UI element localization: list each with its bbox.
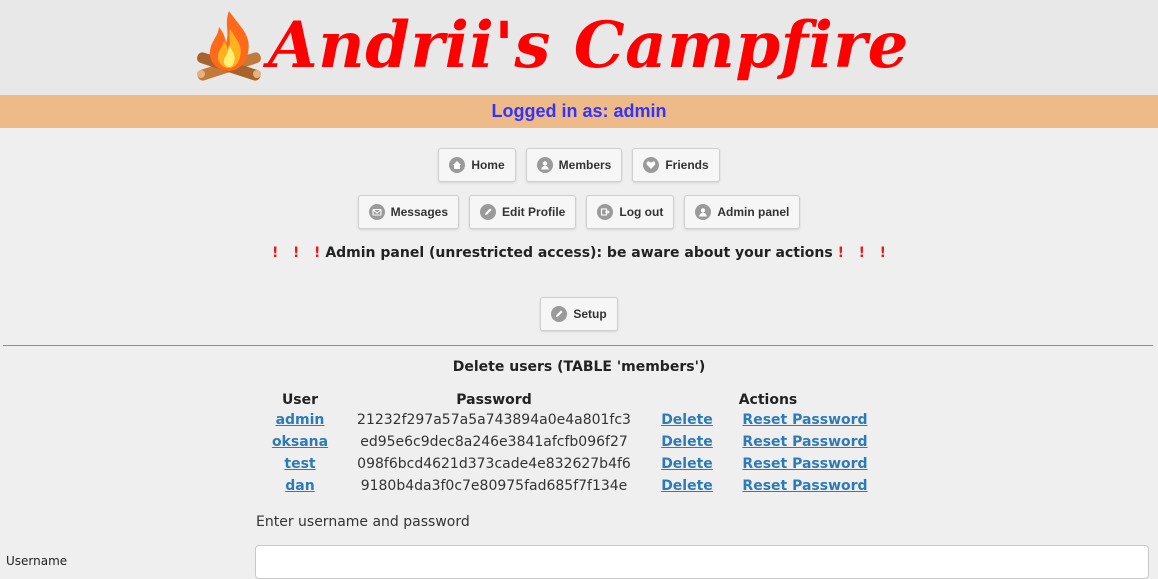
- table-header-row: User Password Actions: [262, 389, 886, 409]
- reset-password-link[interactable]: Reset Password: [742, 412, 867, 428]
- warning-text: Admin panel (unrestricted access): be aw…: [325, 245, 833, 261]
- nav-row-secondary: Messages Edit Profile Log out Admin pane…: [0, 195, 1158, 229]
- home-icon: [449, 157, 466, 173]
- user-link[interactable]: admin: [276, 412, 325, 428]
- nav-home-button[interactable]: Home: [438, 148, 516, 182]
- campfire-icon: [197, 10, 261, 81]
- password-hash: 098f6bcd4621d373cade4e832627b4f6: [357, 456, 631, 472]
- nav-friends-label: Friends: [665, 158, 709, 172]
- setup-label: Setup: [573, 307, 607, 321]
- members-table: User Password Actions admin 21232f297a57…: [262, 389, 886, 497]
- edit-icon: [551, 306, 568, 322]
- user-link[interactable]: test: [284, 456, 315, 472]
- password-hash: 21232f297a57a5a743894a0e4a801fc3: [357, 412, 631, 428]
- nav-friends-button[interactable]: Friends: [632, 148, 720, 182]
- nav-edit-profile-button[interactable]: Edit Profile: [469, 195, 577, 229]
- reset-password-link[interactable]: Reset Password: [742, 478, 867, 494]
- table-row: admin 21232f297a57a5a743894a0e4a801fc3 D…: [262, 409, 886, 431]
- reset-password-link[interactable]: Reset Password: [742, 434, 867, 450]
- delete-user-link[interactable]: Delete: [661, 412, 713, 428]
- warning-mark: !: [858, 245, 865, 261]
- password-hash: ed95e6c9dec8a246e3841afcfb096f27: [360, 434, 628, 450]
- site-title: Andrii's Campfire: [268, 7, 909, 83]
- logout-icon: [597, 204, 614, 220]
- site-logo[interactable]: Andrii's Campfire: [188, 0, 909, 93]
- password-hash: 9180b4da3f0c7e80975fad685f7f134e: [360, 478, 628, 494]
- section-divider: [3, 345, 1153, 346]
- username-label: Username: [6, 554, 68, 568]
- nav-admin-panel-label: Admin panel: [717, 205, 790, 219]
- login-prompt: Enter username and password: [256, 514, 470, 530]
- mail-icon: [368, 204, 385, 220]
- nav-messages-label: Messages: [390, 205, 449, 219]
- user-link[interactable]: oksana: [272, 434, 328, 450]
- warning-mark: !: [879, 245, 886, 261]
- delete-users-title: Delete users (TABLE 'members'): [452, 359, 706, 375]
- user-link[interactable]: dan: [285, 478, 314, 494]
- admin-warning: ! ! ! Admin panel (unrestricted access):…: [0, 245, 1158, 261]
- table-row: oksana ed95e6c9dec8a246e3841afcfb096f27 …: [262, 431, 886, 453]
- table-row: dan 9180b4da3f0c7e80975fad685f7f134e Del…: [262, 475, 886, 497]
- nav-home-label: Home: [471, 158, 505, 172]
- warning-mark: !: [272, 245, 279, 261]
- nav-members-button[interactable]: Members: [525, 148, 623, 182]
- warning-mark: !: [837, 245, 844, 261]
- edit-icon: [480, 204, 497, 220]
- delete-user-link[interactable]: Delete: [661, 434, 713, 450]
- column-header-user: User: [281, 392, 319, 408]
- nav-row-primary: Home Members Friends: [0, 148, 1158, 182]
- logged-in-status: Logged in as: admin: [491, 101, 667, 121]
- login-status-bar: Logged in as: admin: [0, 95, 1158, 128]
- delete-user-link[interactable]: Delete: [661, 478, 713, 494]
- nav-messages-button[interactable]: Messages: [357, 195, 460, 229]
- warning-mark: !: [314, 245, 321, 261]
- site-header: Andrii's Campfire: [0, 0, 1158, 95]
- warning-mark: !: [293, 245, 300, 261]
- nav-admin-panel-button[interactable]: Admin panel: [684, 195, 801, 229]
- username-input[interactable]: [255, 545, 1149, 579]
- heart-icon: [643, 157, 660, 173]
- nav-members-label: Members: [558, 158, 612, 172]
- setup-button[interactable]: Setup: [540, 297, 618, 331]
- nav-logout-label: Log out: [619, 205, 664, 219]
- setup-row: Setup: [0, 297, 1158, 331]
- column-header-actions: Actions: [738, 392, 798, 408]
- reset-password-link[interactable]: Reset Password: [742, 456, 867, 472]
- user-icon: [695, 204, 712, 220]
- column-header-password: Password: [456, 392, 532, 408]
- user-icon: [536, 157, 553, 173]
- table-row: test 098f6bcd4621d373cade4e832627b4f6 De…: [262, 453, 886, 475]
- delete-user-link[interactable]: Delete: [661, 456, 713, 472]
- nav-logout-button[interactable]: Log out: [586, 195, 675, 229]
- nav-edit-profile-label: Edit Profile: [502, 205, 566, 219]
